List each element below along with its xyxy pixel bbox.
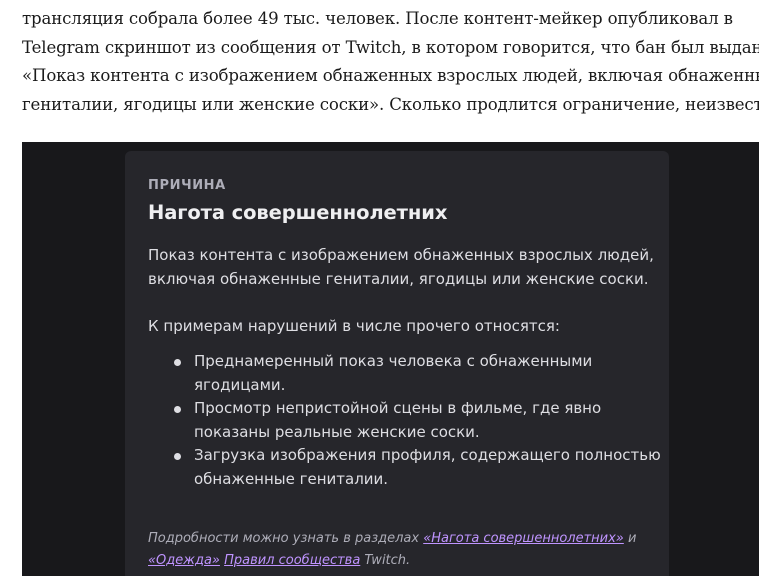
twitch-screenshot: ПРИЧИНА Нагота совершеннолетних Показ ко… [22, 142, 759, 576]
bullet-icon [174, 359, 181, 366]
examples-list: Преднамеренный показ человека с обнаженн… [148, 350, 661, 491]
article-line: Telegram скриншот из сообщения от Twitch… [22, 37, 759, 57]
list-item-line: Просмотр непристойной сцены в фильме, гд… [194, 399, 602, 417]
nudity-link[interactable]: «Нагота совершеннолетних» [423, 531, 624, 546]
list-item-line: обнаженные гениталии. [194, 469, 389, 488]
page: трансляция собрала более 49 тыс. человек… [0, 0, 759, 576]
bullet-icon [174, 453, 181, 460]
attire-link[interactable]: «Одежда» [148, 553, 220, 568]
article-line: трансляция собрала более 49 тыс. человек… [22, 9, 733, 28]
reason-title: Нагота совершеннолетних [148, 201, 448, 224]
article-line: «Показ контента с изображением обнаженны… [22, 66, 759, 85]
description-line: включая обнаженные гениталии, ягодицы ил… [148, 269, 649, 288]
article-line: гениталии, ягодицы или женские соски». С… [22, 94, 759, 114]
list-item-line: Преднамеренный показ человека с обнаженн… [194, 352, 593, 370]
list-item-line: ягодицами. [194, 375, 286, 394]
ban-reason-card: ПРИЧИНА Нагота совершеннолетних Показ ко… [125, 151, 669, 576]
list-item: Просмотр непристойной сцены в фильме, гд… [148, 397, 661, 444]
description-line: Показ контента с изображением обнаженных… [148, 246, 654, 264]
list-item: Преднамеренный показ человека с обнаженн… [148, 350, 661, 397]
community-guidelines-link[interactable]: Правил сообщества [224, 553, 360, 568]
list-item-line: показаны реальные женские соски. [194, 422, 480, 441]
footnote-prefix: Подробности можно узнать в разделах [148, 531, 424, 546]
reason-eyebrow: ПРИЧИНА [148, 178, 226, 193]
examples-intro: К примерам нарушений в числе прочего отн… [148, 317, 560, 335]
footnote-suffix: Twitch. [360, 552, 411, 568]
reason-description: Показ контента с изображением обнаженных… [148, 244, 654, 291]
footnote-and: и [623, 531, 637, 546]
footnote: Подробности можно узнать в разделах «Наг… [148, 528, 636, 571]
bullet-icon [174, 406, 181, 413]
list-item: Загрузка изображения профиля, содержащег… [148, 444, 661, 491]
article-paragraph: трансляция собрала более 49 тыс. человек… [22, 5, 759, 119]
list-item-line: Загрузка изображения профиля, содержащег… [194, 446, 661, 464]
